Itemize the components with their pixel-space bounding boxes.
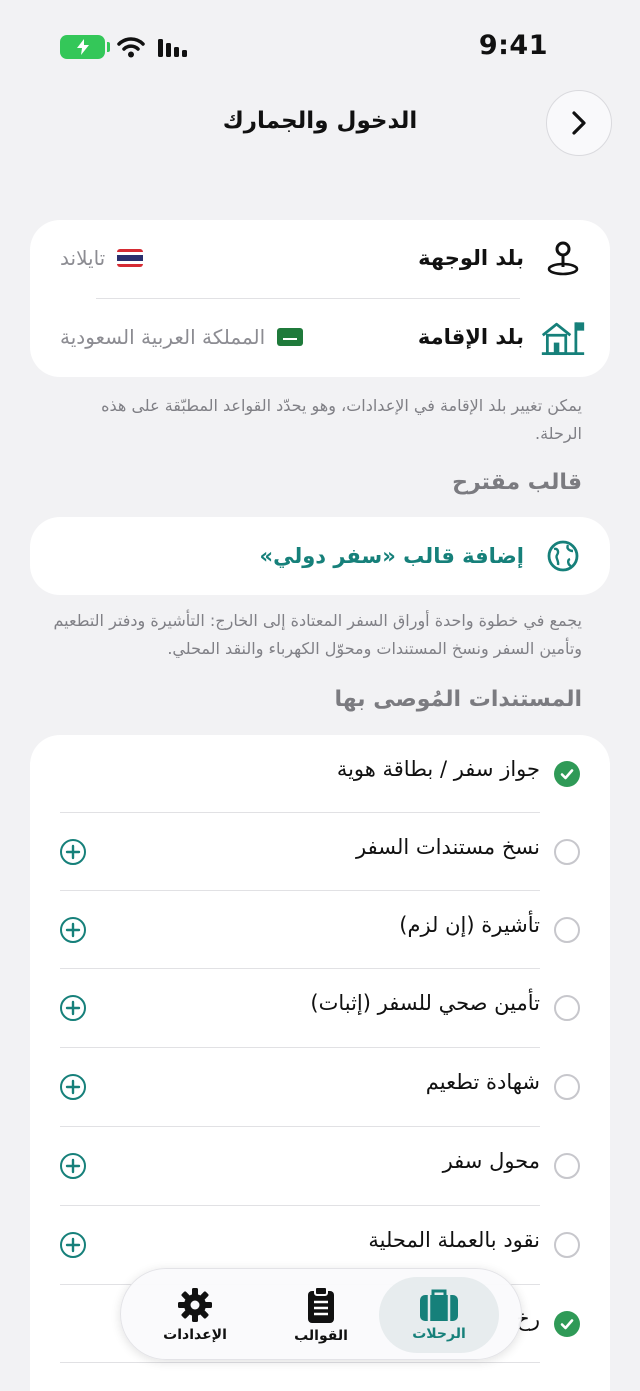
status-bar: 9:41	[0, 0, 640, 90]
unchecked-circle-icon[interactable]	[554, 1153, 580, 1179]
location-pin-icon	[540, 236, 586, 282]
document-label: نسخ مستندات السفر	[356, 835, 540, 859]
documents-title: المستندات المُوصى بها	[334, 687, 582, 712]
document-label: تأمين صحي للسفر (إثبات)	[310, 991, 540, 1015]
residence-row: بلد الإقامة المملكة العربية السعودية	[30, 299, 610, 377]
checked-circle-icon[interactable]	[554, 761, 580, 787]
add-circle-icon[interactable]	[60, 917, 86, 943]
status-time: 9:41	[478, 30, 548, 61]
thailand-flag-icon	[117, 249, 144, 267]
tab-templates-label: القوالب	[294, 1328, 348, 1344]
list-item[interactable]: شهادة تطعيم	[30, 1048, 610, 1126]
status-icons	[60, 35, 189, 59]
add-circle-icon[interactable]	[60, 839, 86, 865]
document-label: محول سفر	[442, 1149, 540, 1173]
screen: 9:41 الدخول والجمارك بلد الوجهة تايلاند	[0, 0, 640, 1391]
globe-icon	[540, 533, 586, 579]
header: الدخول والجمارك	[0, 88, 640, 158]
residence-country: المملكة العربية السعودية	[60, 325, 266, 349]
add-template-button[interactable]: إضافة قالب «سفر دولي»	[30, 517, 610, 595]
unchecked-circle-icon[interactable]	[554, 1074, 580, 1100]
chevron-right-icon	[572, 111, 586, 135]
battery-icon	[60, 35, 110, 59]
residence-note: يمكن تغيير بلد الإقامة في الإعدادات، وهو…	[101, 396, 582, 443]
clipboard-icon	[308, 1286, 334, 1323]
destination-country: تايلاند	[60, 246, 106, 270]
destination-label: بلد الوجهة	[418, 246, 524, 270]
unchecked-circle-icon[interactable]	[554, 995, 580, 1021]
list-item[interactable]: تأمين صحي للسفر (إثبات)	[30, 969, 610, 1047]
home-flag-icon	[540, 315, 586, 361]
residence-value: المملكة العربية السعودية	[60, 325, 304, 349]
list-item[interactable]: جواز سفر / بطاقة هوية	[30, 735, 610, 813]
unchecked-circle-icon[interactable]	[554, 917, 580, 943]
document-label: جواز سفر / بطاقة هوية	[336, 757, 540, 781]
list-item[interactable]: تأشيرة (إن لزم)	[30, 891, 610, 969]
residence-label: بلد الإقامة	[417, 325, 524, 349]
suggested-title: قالب مقترح	[452, 470, 582, 495]
destination-row[interactable]: بلد الوجهة تايلاند	[30, 220, 610, 298]
suitcase-icon	[420, 1289, 458, 1321]
row-divider	[60, 1362, 540, 1363]
tab-settings-label: الإعدادات	[163, 1327, 227, 1343]
tab-bar: الرحلات القوالب الإعدادات	[120, 1268, 522, 1360]
destination-value: تايلاند	[60, 246, 144, 270]
document-label: تأشيرة (إن لزم)	[399, 913, 540, 937]
document-label: شهادة تطعيم	[425, 1070, 540, 1094]
add-circle-icon[interactable]	[60, 1153, 86, 1179]
list-item[interactable]: محول سفر	[30, 1127, 610, 1205]
add-circle-icon[interactable]	[60, 1232, 86, 1258]
tab-trips[interactable]: الرحلات	[379, 1277, 499, 1353]
add-circle-icon[interactable]	[60, 1074, 86, 1100]
add-circle-icon[interactable]	[60, 995, 86, 1021]
tab-trips-label: الرحلات	[412, 1326, 466, 1342]
back-button[interactable]	[546, 90, 612, 156]
unchecked-circle-icon[interactable]	[554, 1232, 580, 1258]
wifi-icon	[117, 37, 145, 58]
suggested-note: يجمع في خطوة واحدة أوراق السفر المعتادة …	[53, 611, 582, 658]
page-title: الدخول والجمارك	[222, 108, 418, 134]
unchecked-circle-icon[interactable]	[554, 839, 580, 865]
signal-icon	[158, 39, 187, 57]
tab-settings[interactable]: الإعدادات	[135, 1277, 255, 1353]
suggested-card: إضافة قالب «سفر دولي»	[30, 517, 610, 595]
gear-icon	[178, 1288, 212, 1322]
add-template-label: إضافة قالب «سفر دولي»	[259, 544, 524, 568]
tab-templates[interactable]: القوالب	[261, 1277, 381, 1353]
saudi-flag-icon	[277, 328, 304, 346]
list-item[interactable]: نسخ مستندات السفر	[30, 813, 610, 891]
document-label: نقود بالعملة المحلية	[368, 1228, 540, 1252]
countries-card: بلد الوجهة تايلاند بلد الإقامة المملكة ا…	[30, 220, 610, 377]
checked-circle-icon[interactable]	[554, 1311, 580, 1337]
